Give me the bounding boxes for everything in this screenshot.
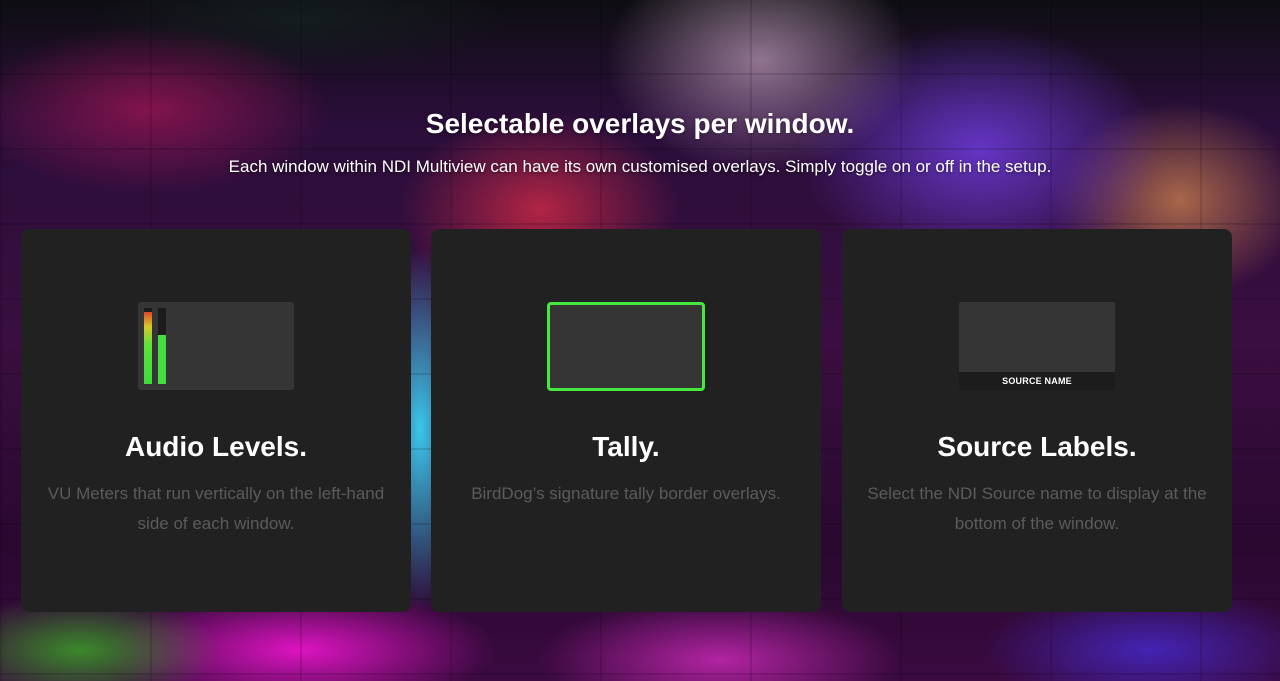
card-title-audio-levels: Audio Levels. (124, 431, 308, 462)
tally-preview-window (547, 302, 705, 391)
vu-meter-right-fill (158, 335, 166, 384)
vu-meter-left (144, 308, 152, 384)
section-headline: Selectable overlays per window. (425, 108, 855, 139)
card-description-source-labels: Select the NDI Source name to display at… (867, 484, 1207, 533)
card-title-source-labels: Source Labels. (937, 431, 1137, 462)
source-labels-preview-window: SOURCE NAME (959, 302, 1115, 390)
vu-meter-right (158, 308, 166, 384)
card-description-tally: BirdDog’s signature tally border overlay… (471, 484, 781, 503)
overlays-section: Selectable overlays per window. Each win… (0, 0, 1280, 681)
card-title-tally: Tally. (592, 431, 660, 462)
card-tally: Tally. BirdDog’s signature tally border … (431, 229, 821, 612)
audio-levels-preview-window (138, 302, 294, 390)
section-subheadline: Each window within NDI Multiview can hav… (228, 157, 1052, 176)
source-name-label: SOURCE NAME (959, 372, 1115, 390)
card-audio-levels: Audio Levels. VU Meters that run vertica… (21, 229, 411, 612)
card-source-labels: SOURCE NAME Source Labels. Select the ND… (842, 229, 1232, 612)
card-description-audio-levels: VU Meters that run vertically on the lef… (47, 484, 385, 533)
vu-meter-left-fill (144, 311, 152, 384)
